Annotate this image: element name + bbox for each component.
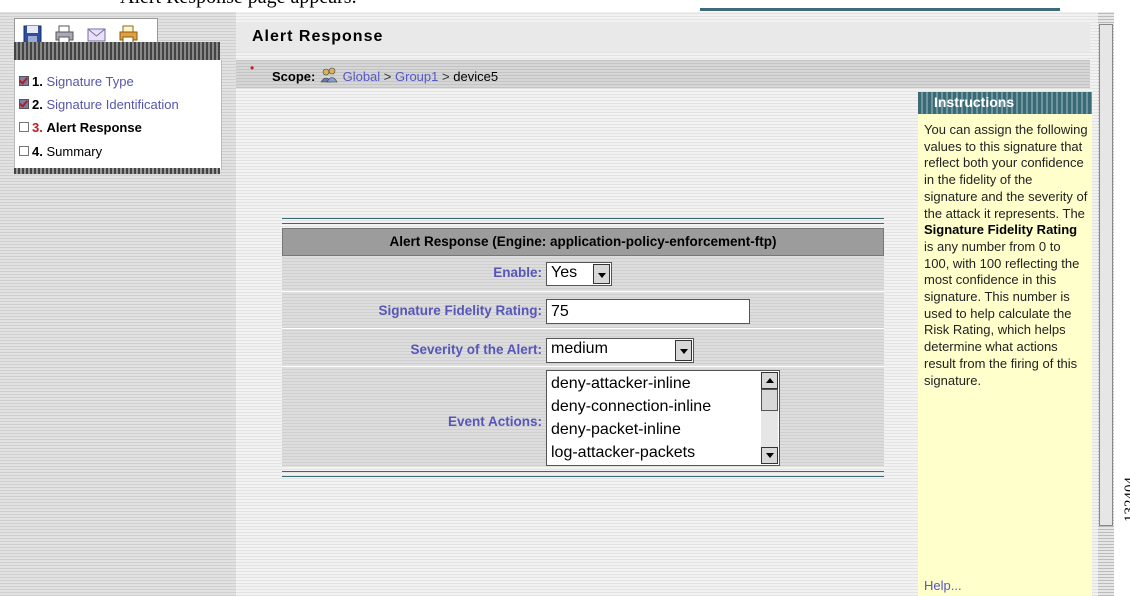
step-complete-checkbox-icon [19, 99, 29, 109]
form-header-text: Alert Response (Engine: application-poli… [389, 234, 777, 249]
step-number: 3. [32, 120, 43, 135]
instructions-text: You can assign the following values to t… [924, 122, 1088, 389]
row-divider [282, 366, 884, 367]
chevron-down-icon[interactable] [593, 264, 610, 284]
instructions-header: Instructions [918, 92, 1092, 114]
fidelity-label: Signature Fidelity Rating: [378, 303, 542, 318]
scope-group-link[interactable]: Group1 [395, 69, 438, 84]
scrollbar-thumb[interactable] [1099, 24, 1113, 526]
form-header: Alert Response (Engine: application-poli… [282, 228, 884, 256]
enable-select[interactable]: Yes [546, 262, 612, 286]
instructions-text-part2: is any number from 0 to 100, with 100 re… [924, 238, 1080, 388]
breadcrumb-separator: > [442, 69, 450, 84]
wizard-steps: 1. Signature Type 2. Signature Identific… [14, 60, 222, 170]
scroll-up-icon[interactable] [761, 372, 778, 389]
instructions-text-part1: You can assign the following values to t… [924, 122, 1088, 221]
severity-select[interactable]: medium [546, 338, 694, 363]
fidelity-rating-input[interactable] [546, 299, 750, 324]
step-label: Signature Type [46, 74, 134, 89]
wizard-step-summary[interactable]: 4. Summary [19, 144, 102, 159]
form-bottom-rule [282, 471, 884, 477]
step-number: 2. [32, 97, 43, 112]
list-item[interactable]: deny-packet-inline [551, 421, 681, 439]
row-divider [282, 328, 884, 329]
step-label: Alert Response [46, 120, 142, 135]
toolbar-divider [14, 42, 220, 60]
step-checkbox-icon [19, 122, 29, 132]
scope-label: Scope: [272, 69, 316, 84]
listbox-scroll-thumb[interactable] [761, 389, 778, 411]
list-item[interactable]: deny-attacker-inline [551, 375, 691, 393]
step-checkbox-icon [19, 146, 29, 156]
step-number: 4. [32, 144, 43, 159]
listbox-scrollbar[interactable] [761, 372, 778, 464]
chevron-down-icon[interactable] [675, 340, 692, 361]
caption-strip: Alert Response page appears. [0, 0, 1130, 12]
wizard-step-signature-identification[interactable]: 2. Signature Identification [19, 97, 179, 112]
caption-rule [700, 8, 1060, 11]
wizard-step-signature-type[interactable]: 1. Signature Type [19, 74, 134, 89]
page-scrollbar[interactable] [1098, 12, 1114, 596]
wizard-step-alert-response[interactable]: 3. Alert Response [19, 120, 142, 135]
figure-id: 132404 [1122, 477, 1130, 522]
group-icon [320, 67, 338, 83]
step-label: Signature Identification [46, 97, 179, 112]
scope-global-link[interactable]: Global [343, 69, 381, 84]
scroll-down-icon[interactable] [761, 447, 778, 464]
instructions-bold-term: Signature Fidelity Rating [924, 222, 1078, 238]
scope-marker-icon: • [250, 61, 255, 75]
row-divider [282, 291, 884, 292]
breadcrumb-separator: > [383, 69, 392, 84]
enable-value: Yes [551, 264, 578, 281]
wizard-divider [14, 168, 220, 174]
step-label: Summary [46, 144, 103, 159]
event-actions-label: Event Actions: [447, 414, 542, 429]
instructions-title: Instructions [934, 94, 1015, 110]
step-complete-checkbox-icon [19, 76, 29, 86]
help-link[interactable]: Help... [924, 578, 962, 593]
severity-label: Severity of the Alert: [410, 342, 542, 357]
scope-device: device5 [453, 69, 499, 84]
list-item[interactable]: log-attacker-packets [551, 444, 695, 462]
caption-text: Alert Response page appears. [120, 0, 357, 9]
severity-value: medium [551, 340, 608, 357]
page-title: Alert Response [252, 28, 384, 45]
list-item[interactable]: deny-connection-inline [551, 398, 711, 416]
enable-label: Enable: [493, 265, 542, 280]
scope-breadcrumb: Scope: Global > Group1 > device5 [272, 67, 498, 84]
event-actions-listbox[interactable]: deny-attacker-inline deny-connection-inl… [546, 370, 780, 466]
step-number: 1. [32, 74, 43, 89]
form-top-rule [282, 218, 884, 224]
